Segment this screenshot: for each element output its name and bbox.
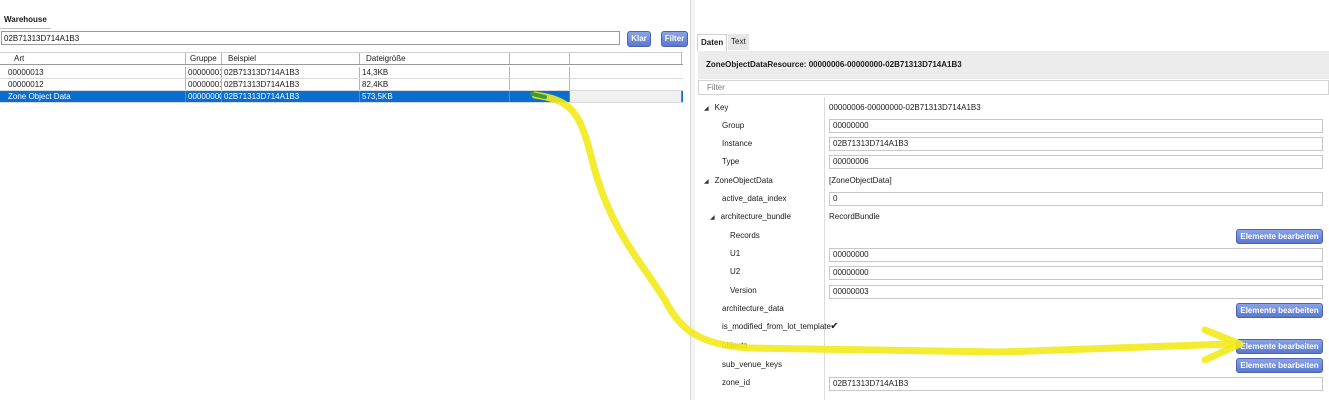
annotation-overlay [530, 91, 1244, 364]
annotation-arrow-curve [531, 91, 1234, 356]
